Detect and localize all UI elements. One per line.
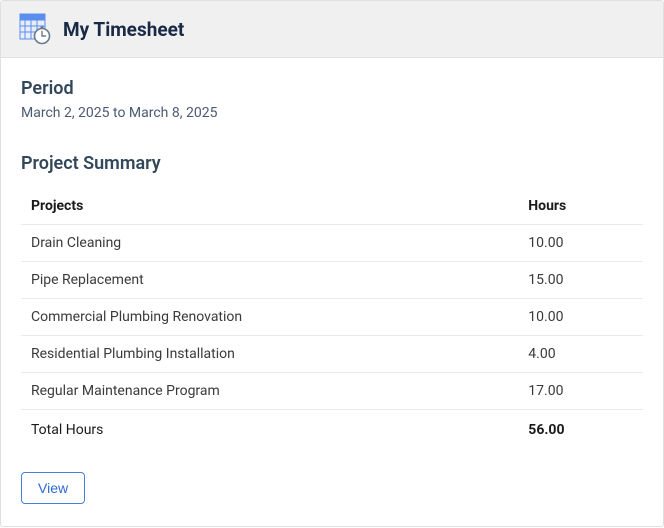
project-cell: Commercial Plumbing Renovation <box>21 299 518 336</box>
period-label: Period <box>21 78 643 99</box>
projects-column-header: Projects <box>21 188 518 225</box>
view-button[interactable]: View <box>21 472 85 504</box>
table-row: Regular Maintenance Program 17.00 <box>21 373 643 410</box>
hours-column-header: Hours <box>518 188 643 225</box>
hours-cell: 17.00 <box>518 373 643 410</box>
table-row: Commercial Plumbing Renovation 10.00 <box>21 299 643 336</box>
card-body: Period March 2, 2025 to March 8, 2025 Pr… <box>1 58 663 526</box>
table-header-row: Projects Hours <box>21 188 643 225</box>
total-row: Total Hours 56.00 <box>21 410 643 449</box>
timesheet-icon <box>19 13 51 45</box>
period-value: March 2, 2025 to March 8, 2025 <box>21 105 643 121</box>
table-row: Residential Plumbing Installation 4.00 <box>21 336 643 373</box>
timesheet-card: My Timesheet Period March 2, 2025 to Mar… <box>0 0 664 527</box>
card-title: My Timesheet <box>63 18 184 41</box>
hours-cell: 10.00 <box>518 225 643 262</box>
project-cell: Pipe Replacement <box>21 262 518 299</box>
project-summary-label: Project Summary <box>21 153 643 174</box>
project-cell: Regular Maintenance Program <box>21 373 518 410</box>
project-cell: Residential Plumbing Installation <box>21 336 518 373</box>
hours-cell: 4.00 <box>518 336 643 373</box>
table-row: Pipe Replacement 15.00 <box>21 262 643 299</box>
card-actions: View <box>21 472 643 504</box>
hours-cell: 10.00 <box>518 299 643 336</box>
project-summary-table: Projects Hours Drain Cleaning 10.00 Pipe… <box>21 188 643 448</box>
total-label: Total Hours <box>21 410 518 449</box>
hours-cell: 15.00 <box>518 262 643 299</box>
table-row: Drain Cleaning 10.00 <box>21 225 643 262</box>
total-hours: 56.00 <box>518 410 643 449</box>
project-cell: Drain Cleaning <box>21 225 518 262</box>
card-header: My Timesheet <box>1 1 663 58</box>
